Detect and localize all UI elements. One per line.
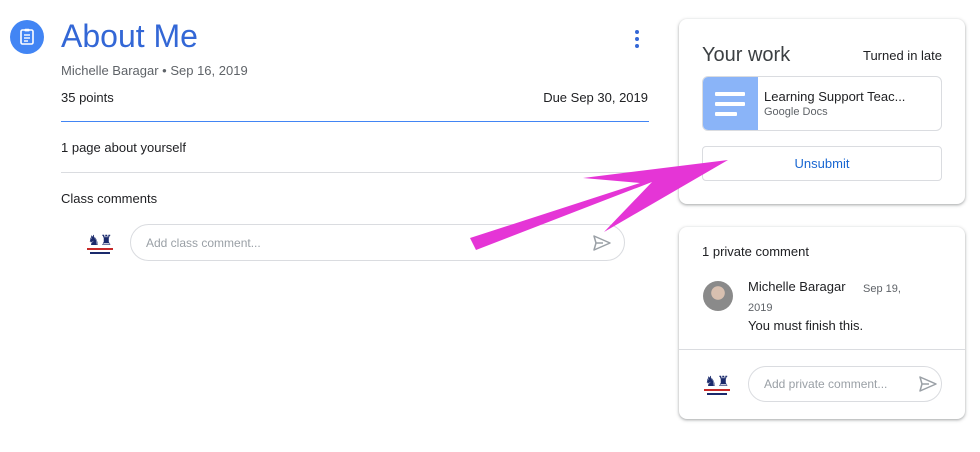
assignment-meta: Michelle Baragar • Sep 16, 2019: [61, 63, 248, 78]
attachment-name: Learning Support Teac...: [764, 89, 906, 104]
private-comments-title: 1 private comment: [702, 244, 809, 259]
school-logo-avatar: ♞♜: [83, 226, 117, 260]
meta-separator: •: [158, 63, 171, 78]
assignment-due-date: Due Sep 30, 2019: [543, 90, 648, 105]
class-comments-heading: Class comments: [61, 191, 158, 206]
unsubmit-button[interactable]: Unsubmit: [702, 146, 942, 181]
assignment-author: Michelle Baragar: [61, 63, 159, 78]
description-divider: [61, 172, 649, 173]
assignment-title: About Me: [61, 18, 198, 54]
more-vert-icon[interactable]: [628, 28, 646, 50]
private-comments-card: 1 private comment Michelle Baragar Sep 1…: [679, 227, 965, 419]
send-icon[interactable]: [592, 234, 612, 252]
comment-date: Sep 19,: [863, 283, 901, 295]
assignment-description: 1 page about yourself: [61, 140, 187, 155]
attachment-type: Google Docs: [764, 106, 828, 118]
private-comment-divider: [679, 349, 965, 350]
header-divider: [61, 121, 649, 122]
comment-text: You must finish this.: [748, 318, 864, 333]
comment-date-year: 2019: [748, 302, 773, 314]
google-docs-icon: [703, 77, 758, 130]
your-work-title: Your work: [702, 44, 791, 66]
private-comment-field[interactable]: [748, 366, 942, 402]
comment-author: Michelle Baragar: [748, 279, 846, 294]
your-work-card: Your work Turned in late Learning Suppor…: [679, 19, 965, 204]
school-logo-avatar: ♞♜: [700, 367, 734, 401]
assignment-posted-date: Sep 16, 2019: [170, 63, 248, 78]
class-comment-input[interactable]: [146, 235, 592, 250]
private-comment-input[interactable]: [764, 377, 919, 391]
assignment-icon: [10, 20, 44, 54]
send-icon[interactable]: [919, 375, 937, 393]
class-comment-field[interactable]: [130, 224, 625, 261]
attachment-item[interactable]: Learning Support Teac... Google Docs: [702, 76, 942, 131]
assignment-points: 35 points: [61, 90, 114, 105]
status-badge: Turned in late: [862, 48, 942, 63]
avatar: [703, 281, 733, 311]
